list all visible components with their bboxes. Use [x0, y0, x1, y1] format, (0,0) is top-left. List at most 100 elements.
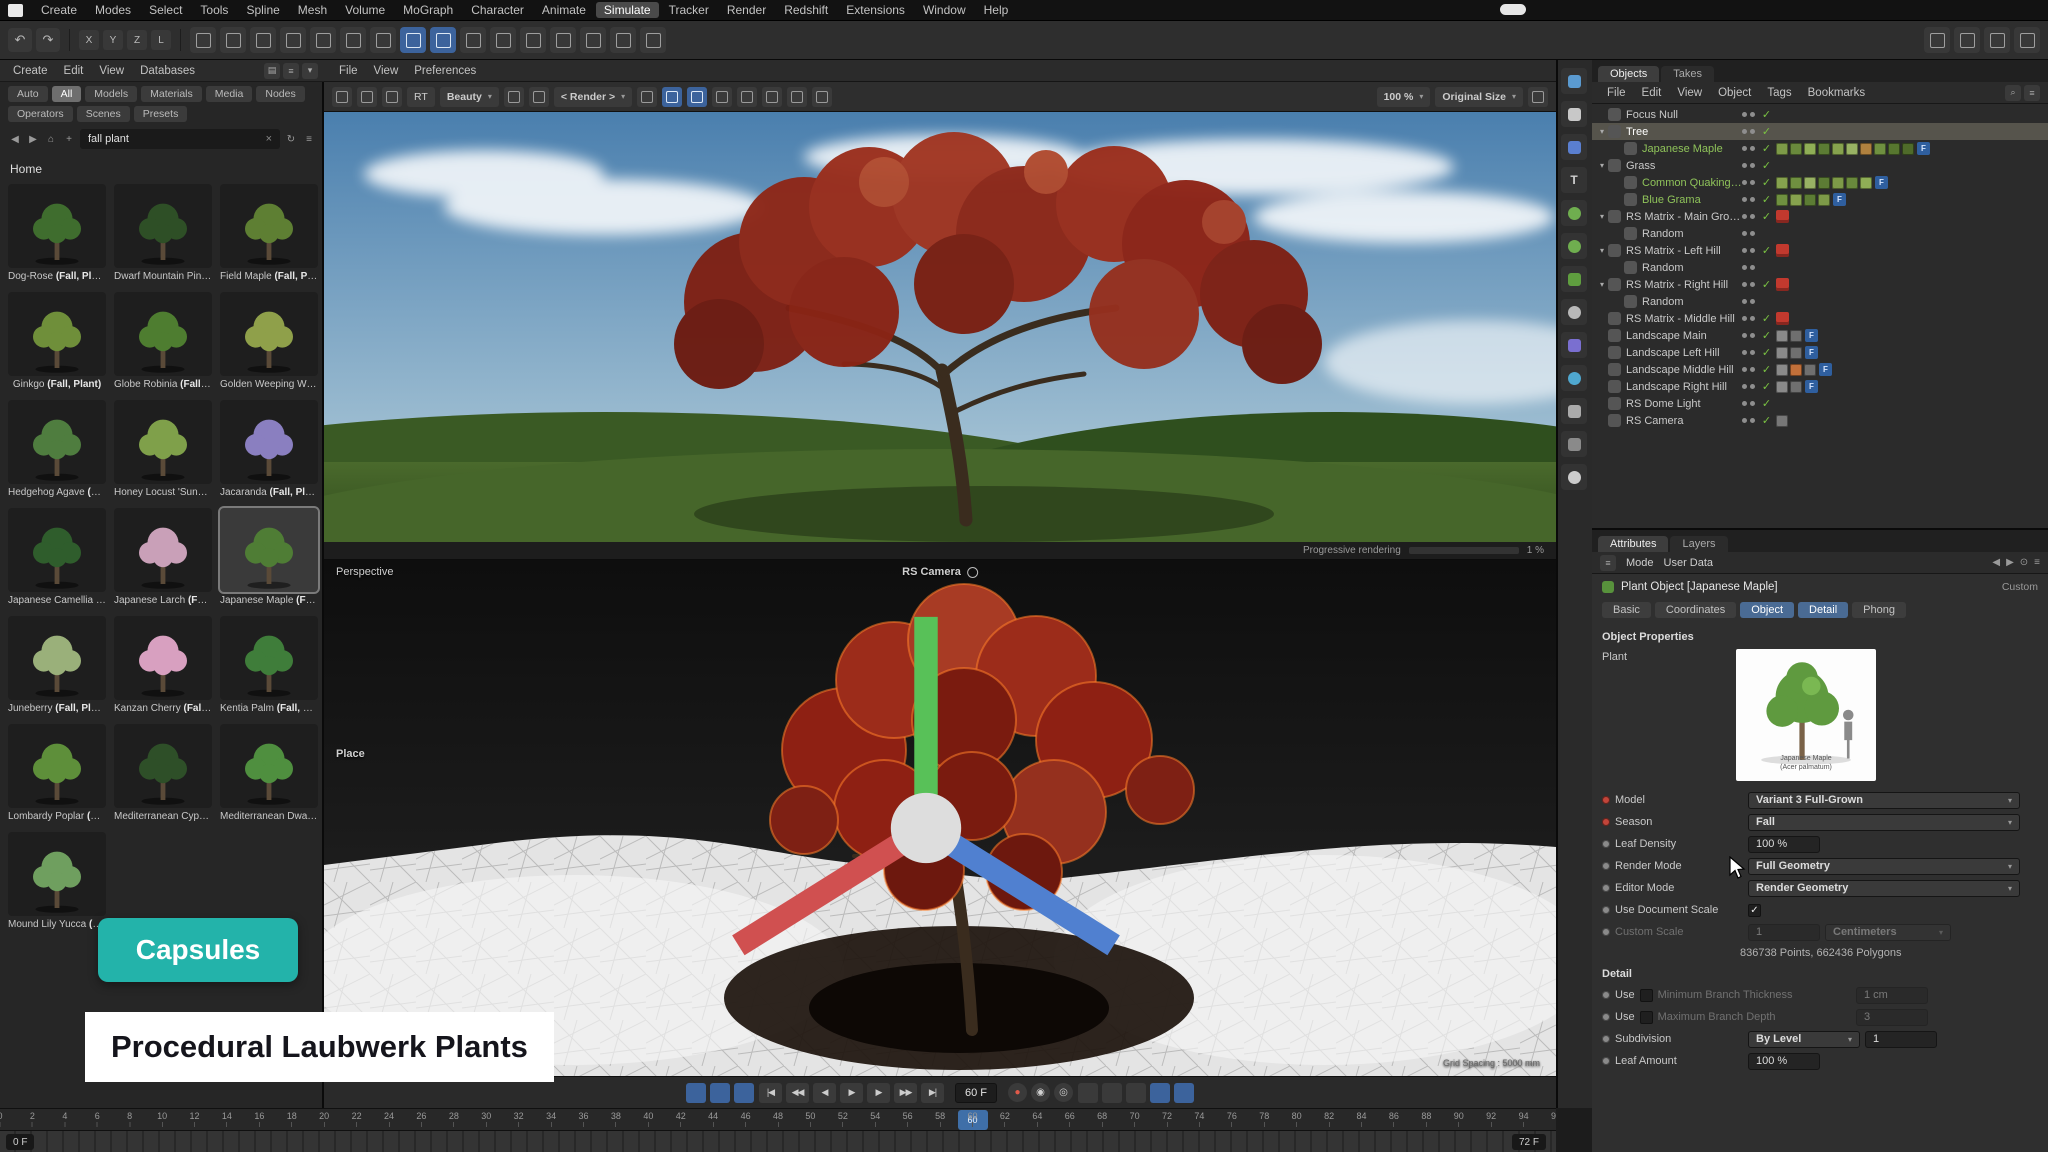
- next-key-button[interactable]: ▶▶: [894, 1083, 917, 1103]
- deformer-icon[interactable]: [1561, 332, 1587, 358]
- number-field[interactable]: 100 %: [1748, 836, 1820, 853]
- visibility-dots[interactable]: [1742, 146, 1755, 151]
- goto-start-button[interactable]: |◀: [759, 1083, 782, 1103]
- material-chip[interactable]: [1776, 381, 1788, 393]
- expander-arrow-icon[interactable]: ▾: [1596, 127, 1608, 136]
- asset-tile[interactable]: Kentia Palm (Fall, Plant): [220, 616, 318, 714]
- om-menu-item[interactable]: Bookmarks: [1801, 87, 1873, 99]
- om-menu-item[interactable]: View: [1670, 87, 1709, 99]
- prev-frame-button[interactable]: ◀: [813, 1083, 836, 1103]
- parameter-key-toggle[interactable]: [1150, 1083, 1170, 1103]
- number-field[interactable]: 1: [1865, 1031, 1937, 1048]
- texture-mode-icon[interactable]: [340, 27, 366, 53]
- aov-icon[interactable]: [787, 87, 807, 107]
- layout-tab[interactable]: [1500, 4, 1526, 15]
- keyframe-dot[interactable]: [1602, 1057, 1610, 1065]
- render-settings-icon[interactable]: [220, 27, 246, 53]
- dropdown-field[interactable]: By Level▾: [1748, 1031, 1860, 1048]
- object-row[interactable]: ▾ RS Matrix - Left Hill ✓: [1592, 242, 2048, 259]
- object-icon[interactable]: [1608, 108, 1621, 121]
- filter-button[interactable]: Presets: [134, 106, 188, 122]
- menu-item[interactable]: MoGraph: [395, 2, 461, 18]
- timeline-range-bar[interactable]: 0 F 72 F: [0, 1130, 1556, 1152]
- object-row[interactable]: Japanese Maple ✓ F: [1592, 140, 2048, 157]
- visibility-dots[interactable]: [1742, 112, 1755, 117]
- scale-key-toggle[interactable]: [1102, 1083, 1122, 1103]
- expander-arrow-icon[interactable]: ▾: [1596, 212, 1608, 221]
- object-row[interactable]: Landscape Left Hill ✓ F: [1592, 344, 2048, 361]
- object-row[interactable]: ▾ RS Matrix - Right Hill ✓: [1592, 276, 2048, 293]
- render-pass-dropdown[interactable]: Beauty▾: [440, 87, 499, 107]
- menu-item[interactable]: Simulate: [596, 2, 659, 18]
- object-icon[interactable]: [1608, 329, 1621, 342]
- asset-tile[interactable]: Hedgehog Agave (Fall, Plant): [8, 400, 106, 498]
- menu-item[interactable]: Extensions: [838, 2, 913, 18]
- object-row[interactable]: Common Quaking Grass ✓ F: [1592, 174, 2048, 191]
- search-input[interactable]: fall plant ×: [80, 129, 280, 149]
- material-chip[interactable]: [1818, 143, 1830, 155]
- enabled-check-icon[interactable]: ✓: [1760, 346, 1773, 359]
- material-chip[interactable]: [1790, 177, 1802, 189]
- workplane-icon[interactable]: [370, 27, 396, 53]
- material-chip[interactable]: [1790, 194, 1802, 206]
- keyframe-icon[interactable]: [610, 27, 636, 53]
- keyframe-dot[interactable]: [1602, 906, 1610, 914]
- layout-render-icon[interactable]: [1984, 27, 2010, 53]
- mode-label[interactable]: Mode: [1626, 557, 1654, 569]
- menu-item[interactable]: Character: [463, 2, 532, 18]
- rotation-key-toggle[interactable]: [1126, 1083, 1146, 1103]
- render-tool-icon[interactable]: [1561, 431, 1587, 457]
- object-row[interactable]: Landscape Right Hill ✓ F: [1592, 378, 2048, 395]
- asset-tile[interactable]: Dog-Rose (Fall, Plant): [8, 184, 106, 282]
- filter-button[interactable]: Models: [85, 86, 137, 102]
- model-mode-icon[interactable]: [310, 27, 336, 53]
- record-keyframe-button[interactable]: ●: [1008, 1083, 1027, 1102]
- material-chip[interactable]: [1776, 177, 1788, 189]
- visibility-dots[interactable]: [1742, 299, 1755, 304]
- enabled-check-icon[interactable]: ✓: [1760, 380, 1773, 393]
- material-chip[interactable]: [1776, 347, 1788, 359]
- asset-tile[interactable]: Japanese Camellia (Fall, Plant): [8, 508, 106, 606]
- object-icon[interactable]: [1608, 380, 1621, 393]
- size-dropdown[interactable]: Original Size▾: [1435, 87, 1523, 107]
- object-icon[interactable]: [1624, 142, 1637, 155]
- filter-button[interactable]: Operators: [8, 106, 73, 122]
- expander-arrow-icon[interactable]: ▾: [1596, 280, 1608, 289]
- material-chip[interactable]: [1776, 364, 1788, 376]
- object-icon[interactable]: [1608, 414, 1621, 427]
- object-row[interactable]: ▾ RS Matrix - Main Ground ✓: [1592, 208, 2048, 225]
- material-manager-icon[interactable]: [280, 27, 306, 53]
- object-icon[interactable]: [1608, 278, 1621, 291]
- camera-tool-icon[interactable]: [1561, 398, 1587, 424]
- asset-thumbnail[interactable]: [8, 292, 106, 376]
- asset-tile[interactable]: Japanese Larch (Fall, Plant): [114, 508, 212, 606]
- enabled-check-icon[interactable]: ✓: [1760, 176, 1773, 189]
- layout-model-icon[interactable]: [1924, 27, 1950, 53]
- material-chip[interactable]: [1776, 194, 1788, 206]
- text-tool-icon[interactable]: T: [1561, 167, 1587, 193]
- range-start-field[interactable]: 0 F: [6, 1134, 34, 1150]
- snap-icon[interactable]: [460, 27, 486, 53]
- enabled-check-icon[interactable]: ✓: [1760, 397, 1773, 410]
- object-icon[interactable]: [1624, 176, 1637, 189]
- visibility-dots[interactable]: [1742, 401, 1755, 406]
- visibility-dots[interactable]: [1742, 180, 1755, 185]
- field-icon[interactable]: [1561, 365, 1587, 391]
- object-row[interactable]: RS Camera ✓: [1592, 412, 2048, 429]
- field-tag-icon[interactable]: F: [1805, 329, 1818, 342]
- render-view-menu-item[interactable]: View: [367, 65, 406, 77]
- expander-arrow-icon[interactable]: ▾: [1596, 246, 1608, 255]
- enabled-check-icon[interactable]: ✓: [1760, 414, 1773, 427]
- om-menu-item[interactable]: File: [1600, 87, 1633, 99]
- position-key-toggle[interactable]: [1078, 1083, 1098, 1103]
- visibility-dots[interactable]: [1742, 333, 1755, 338]
- playhead[interactable]: 60: [958, 1110, 988, 1130]
- menu-item[interactable]: Volume: [337, 2, 393, 18]
- capsule-icon[interactable]: [640, 27, 666, 53]
- goto-end-button[interactable]: ▶|: [921, 1083, 944, 1103]
- pip-icon[interactable]: [812, 87, 832, 107]
- prev-key-button[interactable]: ◀◀: [786, 1083, 809, 1103]
- visibility-dots[interactable]: [1742, 265, 1755, 270]
- asset-menu-item[interactable]: Create: [6, 65, 55, 77]
- snapshot-icon[interactable]: [637, 87, 657, 107]
